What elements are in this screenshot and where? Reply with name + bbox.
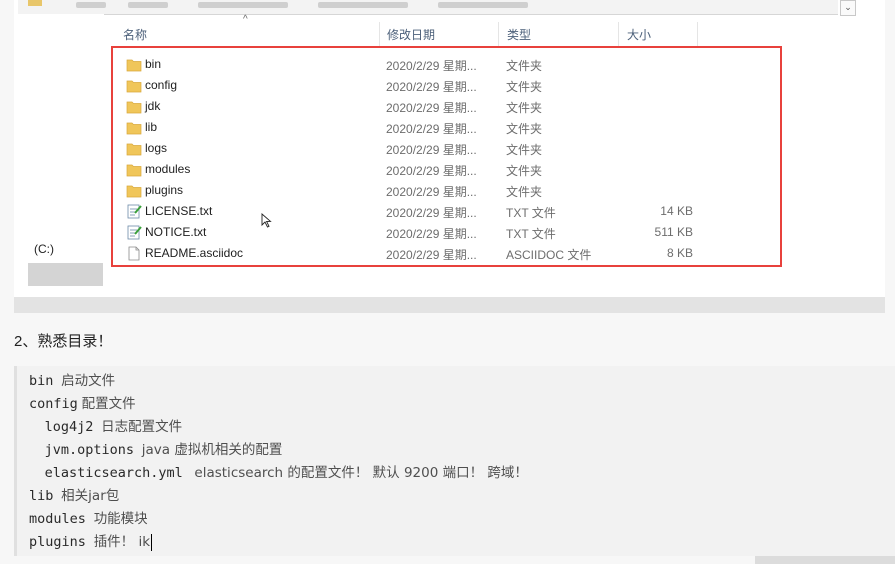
code-line: log4j2 日志配置文件 <box>29 415 183 437</box>
code-key: bin <box>29 373 54 389</box>
mouse-cursor-icon <box>261 213 272 228</box>
code-line: lib 相关jar包 <box>29 484 119 506</box>
navigation-pane[interactable] <box>14 14 104 297</box>
folder-icon <box>28 0 42 6</box>
code-desc: 功能模块 <box>93 511 148 527</box>
code-desc: 相关jar包 <box>61 488 120 504</box>
code-block[interactable]: bin 启动文件 config 配置文件 log4j2 日志配置文件 jvm.o… <box>14 366 895 556</box>
code-line: modules 功能模块 <box>29 507 148 529</box>
highlight-box <box>111 46 782 267</box>
code-key: config <box>29 396 78 412</box>
code-desc: 启动文件 <box>61 373 116 389</box>
code-desc: 插件！ ik <box>93 534 151 550</box>
nav-selected-item[interactable] <box>28 263 103 286</box>
code-desc: 配置文件 <box>81 396 136 412</box>
code-desc: 日志配置文件 <box>101 419 183 435</box>
code-desc: elasticsearch 的配置文件！ 默认 9200 端口！ 跨域！ <box>194 465 528 481</box>
chevron-down-icon[interactable]: ⌄ <box>840 0 856 16</box>
section-heading: 2、熟悉目录！ <box>14 333 113 350</box>
text-caret <box>151 533 153 551</box>
code-key: lib <box>29 488 54 504</box>
nav-drive-c[interactable]: (C:) <box>34 242 54 256</box>
code-desc: java 虚拟机相关的配置 <box>141 442 283 458</box>
code-line: elasticsearch.yml elasticsearch 的配置文件！ 默… <box>29 461 528 483</box>
bottom-edge <box>755 556 895 564</box>
code-line: plugins 插件！ ik <box>29 530 153 552</box>
column-header-size[interactable]: 大小 <box>618 22 698 46</box>
column-header-name[interactable]: 名称 <box>114 22 380 46</box>
column-header-date[interactable]: 修改日期 <box>378 22 499 46</box>
code-key: plugins <box>29 534 86 550</box>
column-headers: 名称 修改日期 类型 大小 <box>114 22 854 46</box>
address-bar[interactable]: ⌄ <box>18 0 856 16</box>
column-header-type[interactable]: 类型 <box>498 22 619 46</box>
code-line: jvm.options java 虚拟机相关的配置 <box>29 438 283 460</box>
code-line: config 配置文件 <box>29 392 136 414</box>
code-key: jvm.options <box>44 442 134 458</box>
code-key: modules <box>29 511 86 527</box>
code-key: log4j2 <box>44 419 94 435</box>
code-line: bin 启动文件 <box>29 369 115 391</box>
code-key: elasticsearch.yml <box>44 465 183 481</box>
